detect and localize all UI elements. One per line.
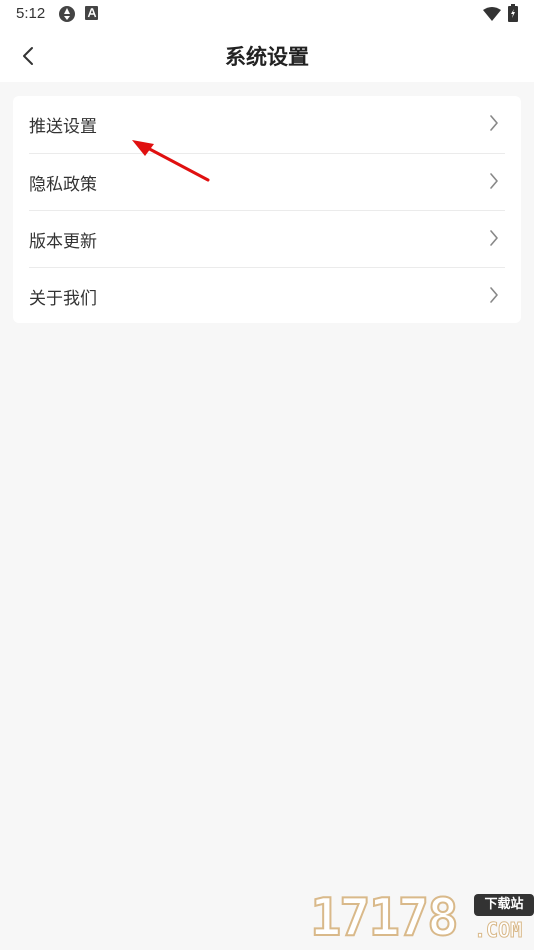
settings-item-privacy[interactable]: 隐私政策 [29, 153, 505, 210]
settings-item-label: 版本更新 [29, 231, 97, 252]
settings-item-push[interactable]: 推送设置 [29, 96, 505, 153]
chevron-right-icon [489, 114, 499, 136]
wifi-icon [483, 6, 501, 25]
settings-item-update[interactable]: 版本更新 [29, 210, 505, 267]
battery-icon [508, 4, 518, 26]
settings-item-label: 关于我们 [29, 288, 97, 309]
status-bar: 5:12 [0, 0, 534, 28]
notification-a-icon [85, 5, 99, 25]
annotation-arrow-icon [128, 136, 212, 190]
aperture-icon [58, 5, 76, 27]
chevron-right-icon [489, 229, 499, 251]
status-time: 5:12 [16, 5, 46, 22]
page-title: 系统设置 [225, 45, 309, 69]
watermark-number: 17178 [309, 887, 460, 949]
watermark-badge: 下载站 [474, 894, 534, 916]
nav-bar: 系统设置 [0, 28, 534, 82]
settings-item-label: 隐私政策 [29, 174, 97, 195]
chevron-right-icon [489, 286, 499, 308]
settings-item-label: 推送设置 [29, 117, 97, 137]
chevron-right-icon [489, 172, 499, 194]
watermark-domain: .COM [473, 918, 523, 943]
settings-item-about[interactable]: 关于我们 [29, 267, 505, 324]
settings-list: 推送设置 隐私政策 版本更新 关于我们 [13, 96, 521, 323]
